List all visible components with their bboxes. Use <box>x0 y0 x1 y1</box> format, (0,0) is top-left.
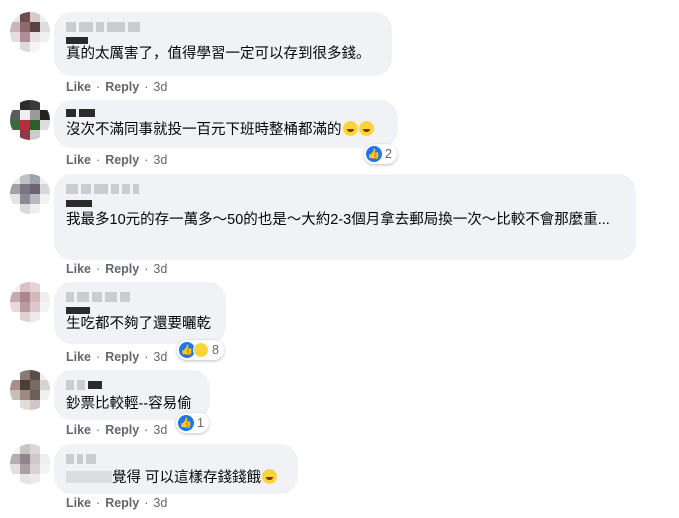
reply-link[interactable]: Reply <box>105 262 139 276</box>
thumbs-up-icon: 👍 <box>366 146 382 162</box>
comment-bubble: 真的太厲害了，值得學習一定可以存到很多錢。 <box>54 12 392 76</box>
thumbs-up-icon: 👍 <box>178 415 194 431</box>
author-name[interactable] <box>66 108 386 118</box>
haha-emoji-icon <box>193 342 209 358</box>
haha-emoji-icon <box>358 121 374 136</box>
timestamp[interactable]: 3d <box>153 496 167 510</box>
comment-actions: Like · Reply · 3d <box>66 496 167 510</box>
like-link[interactable]: Like <box>66 153 91 167</box>
avatar[interactable] <box>10 370 50 410</box>
like-link[interactable]: Like <box>66 262 91 276</box>
timestamp[interactable]: 3d <box>153 262 167 276</box>
reaction-number: 2 <box>385 147 392 161</box>
separator: · <box>96 153 101 167</box>
reply-link[interactable]: Reply <box>105 496 139 510</box>
like-link[interactable]: Like <box>66 80 91 94</box>
separator: · <box>144 423 149 437</box>
timestamp[interactable]: 3d <box>153 80 167 94</box>
separator: · <box>96 350 101 364</box>
comment-actions: Like · Reply · 3d <box>66 262 167 276</box>
reply-link[interactable]: Reply <box>105 423 139 437</box>
avatar[interactable] <box>10 282 50 322</box>
comment-actions: Like · Reply · 3d <box>66 80 167 94</box>
separator: · <box>144 262 149 276</box>
reaction-count[interactable]: 👍 2 <box>364 144 397 164</box>
author-name[interactable] <box>66 290 214 304</box>
reply-link[interactable]: Reply <box>105 350 139 364</box>
comment-bubble: 生吃都不夠了還要曬乾 <box>54 282 226 344</box>
separator: · <box>144 80 149 94</box>
reaction-number: 1 <box>197 416 204 430</box>
separator: · <box>144 496 149 510</box>
separator: · <box>96 262 101 276</box>
comment-text: 我最多10元的存一萬多～50的也是～大約2-3個月拿去郵局換一次～比較不會那麼重… <box>66 212 610 228</box>
comment-actions: Like · Reply · 3d <box>66 153 167 167</box>
author-name-sub <box>66 198 624 208</box>
timestamp[interactable]: 3d <box>153 153 167 167</box>
separator: · <box>144 153 149 167</box>
haha-emoji-icon <box>342 121 358 136</box>
comment-actions: Like · Reply · 3d <box>66 350 167 364</box>
avatar[interactable] <box>10 174 50 214</box>
avatar[interactable] <box>10 100 50 140</box>
comment-text: 沒次不滿同事就投一百元下班時整桶都滿的 <box>66 120 386 140</box>
author-name-sub <box>66 36 380 44</box>
avatar[interactable] <box>10 444 50 484</box>
comment-text: 生吃都不夠了還要曬乾 <box>66 316 211 332</box>
author-name[interactable] <box>66 182 624 196</box>
reaction-count[interactable]: 👍 8 <box>177 340 224 360</box>
comment-bubble: 我最多10元的存一萬多～50的也是～大約2-3個月拿去郵局換一次～比較不會那麼重… <box>54 174 636 260</box>
separator: · <box>96 496 101 510</box>
author-name[interactable] <box>66 378 198 392</box>
like-link[interactable]: Like <box>66 350 91 364</box>
author-name[interactable] <box>66 20 380 34</box>
comment-actions: Like · Reply · 3d <box>66 423 167 437</box>
timestamp[interactable]: 3d <box>153 423 167 437</box>
comment-bubble: 沒次不滿同事就投一百元下班時整桶都滿的 <box>54 100 398 148</box>
comment-bubble: 覺得 可以這樣存錢錢餓 <box>54 444 298 494</box>
separator: · <box>144 350 149 364</box>
comment-text: 真的太厲害了，值得學習一定可以存到很多錢。 <box>66 46 371 62</box>
reply-link[interactable]: Reply <box>105 80 139 94</box>
reply-link[interactable]: Reply <box>105 153 139 167</box>
separator: · <box>96 423 101 437</box>
reaction-number: 8 <box>212 343 219 357</box>
avatar[interactable] <box>10 12 50 52</box>
reaction-count[interactable]: 👍 1 <box>176 413 209 433</box>
comment-text: 覺得 可以這樣存錢錢餓 <box>66 468 286 488</box>
comment-text: 鈔票比較輕--容易偷 <box>66 396 192 412</box>
separator: · <box>96 80 101 94</box>
author-name[interactable] <box>66 452 286 466</box>
like-link[interactable]: Like <box>66 423 91 437</box>
haha-emoji-icon <box>262 469 278 484</box>
author-name-sub <box>66 306 214 314</box>
like-link[interactable]: Like <box>66 496 91 510</box>
timestamp[interactable]: 3d <box>153 350 167 364</box>
